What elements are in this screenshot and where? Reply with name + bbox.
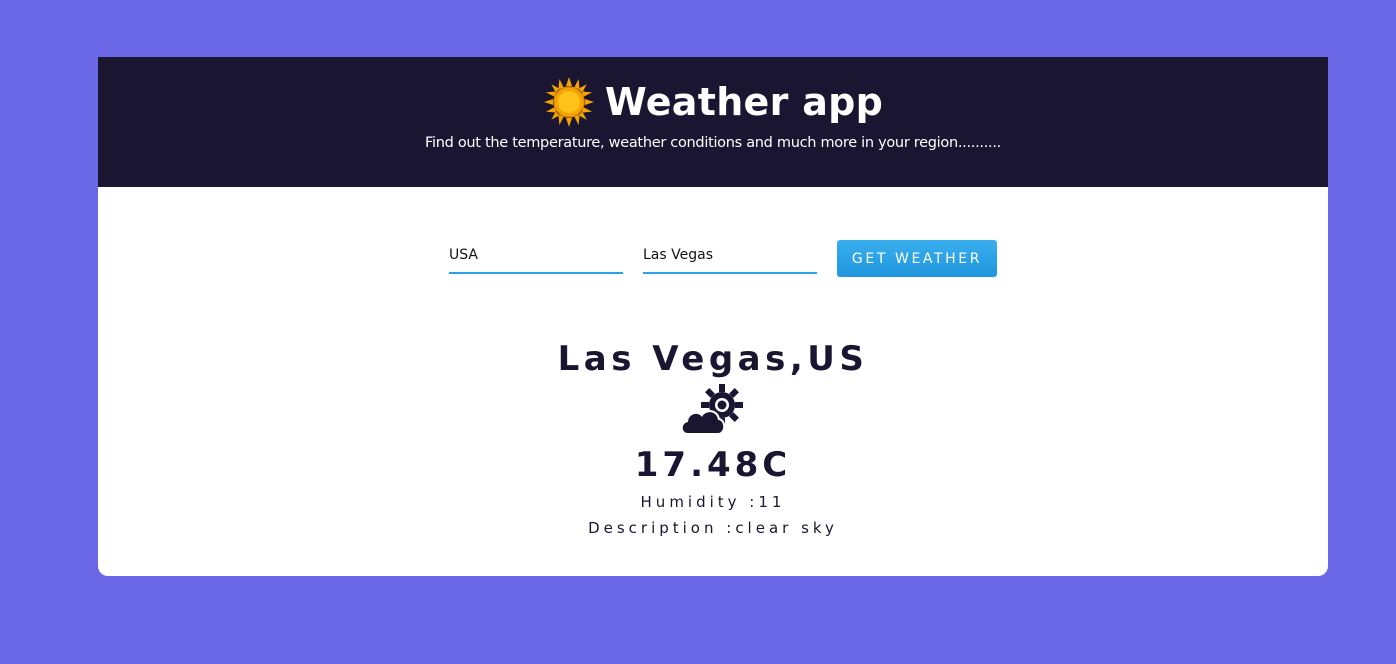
humidity: Humidity :11	[640, 493, 786, 511]
app-header: Weather app Find out the temperature, we…	[98, 57, 1328, 187]
weather-description: Description :clear sky	[588, 519, 838, 537]
search-form: GET WEATHER	[449, 237, 997, 277]
get-weather-button[interactable]: GET WEATHER	[837, 240, 997, 277]
country-input[interactable]	[449, 242, 623, 274]
weather-card: Weather app Find out the temperature, we…	[98, 57, 1328, 576]
sun-icon	[543, 76, 595, 128]
title-row: Weather app	[98, 71, 1328, 133]
app-title: Weather app	[604, 80, 884, 124]
city-input[interactable]	[643, 242, 817, 274]
weather-result: Las Vegas,US 17.48C Humidity:11 Descrip…	[98, 337, 1328, 541]
app-subtitle: Find out the temperature, weather condit…	[425, 135, 1001, 151]
cloud-sun-icon	[680, 384, 743, 435]
location-name: Las Vegas,US	[557, 339, 869, 379]
temperature: 17.48C	[634, 445, 792, 485]
